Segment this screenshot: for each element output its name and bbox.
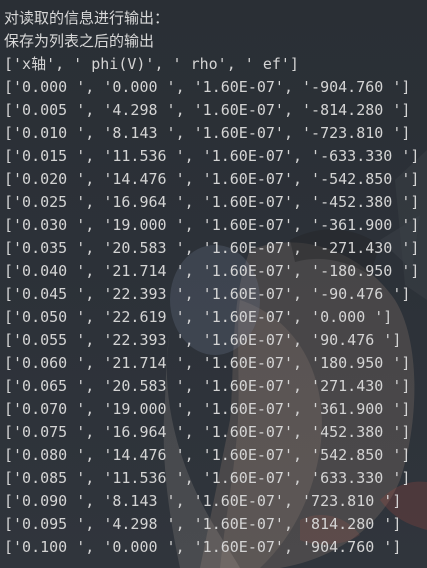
intro-line-read-output: 对读取的信息进行输出： (4, 9, 170, 27)
data-row: ['0.040 ', '21.714 ', '1.60E-07', '-180.… (4, 262, 420, 280)
data-row: ['0.020 ', '14.476 ', '1.60E-07', '-542.… (4, 170, 420, 188)
data-row: ['0.070 ', '19.000 ', '1.60E-07', '361.9… (4, 400, 411, 418)
data-row: ['0.015 ', '11.536 ', '1.60E-07', '-633.… (4, 147, 420, 165)
data-row: ['0.055 ', '22.393 ', '1.60E-07', '90.47… (4, 331, 402, 349)
data-row: ['0.045 ', '22.393 ', '1.60E-07', '-90.4… (4, 285, 411, 303)
data-row: ['0.050 ', '22.619 ', '1.60E-07', '0.000… (4, 308, 393, 326)
data-row: ['0.080 ', '14.476 ', '1.60E-07', '542.8… (4, 446, 411, 464)
data-row: ['0.035 ', '20.583 ', '1.60E-07', '-271.… (4, 239, 420, 257)
intro-line-list-output: 保存为列表之后的输出 (4, 32, 155, 50)
data-row: ['0.030 ', '19.000 ', '1.60E-07', '-361.… (4, 216, 420, 234)
header-row: ['x轴', ' phi(V)', ' rho', ' ef'] (4, 55, 299, 73)
data-row: ['0.090 ', '8.143 ', '1.60E-07', '723.81… (4, 492, 402, 510)
data-row: ['0.060 ', '21.714 ', '1.60E-07', '180.9… (4, 354, 411, 372)
data-row: ['0.085 ', '11.536 ', '1.60E-07', '633.3… (4, 469, 411, 487)
data-row: ['0.000 ', '0.000 ', '1.60E-07', '-904.7… (4, 78, 411, 96)
data-row: ['0.025 ', '16.964 ', '1.60E-07', '-452.… (4, 193, 420, 211)
data-row: ['0.095 ', '4.298 ', '1.60E-07', '814.28… (4, 515, 402, 533)
data-row: ['0.075 ', '16.964 ', '1.60E-07', '452.3… (4, 423, 411, 441)
data-row: ['0.010 ', '8.143 ', '1.60E-07', '-723.8… (4, 124, 411, 142)
console-output: 对读取的信息进行输出： 保存为列表之后的输出 ['x轴', ' phi(V)',… (4, 7, 427, 559)
data-row: ['0.065 ', '20.583 ', '1.60E-07', '271.4… (4, 377, 411, 395)
data-row: ['0.005 ', '4.298 ', '1.60E-07', '-814.2… (4, 101, 411, 119)
console-window: { "console": { "intro_lines": [ "对读取的信息进… (0, 0, 427, 568)
data-row: ['0.100 ', '0.000 ', '1.60E-07', '904.76… (4, 538, 402, 556)
